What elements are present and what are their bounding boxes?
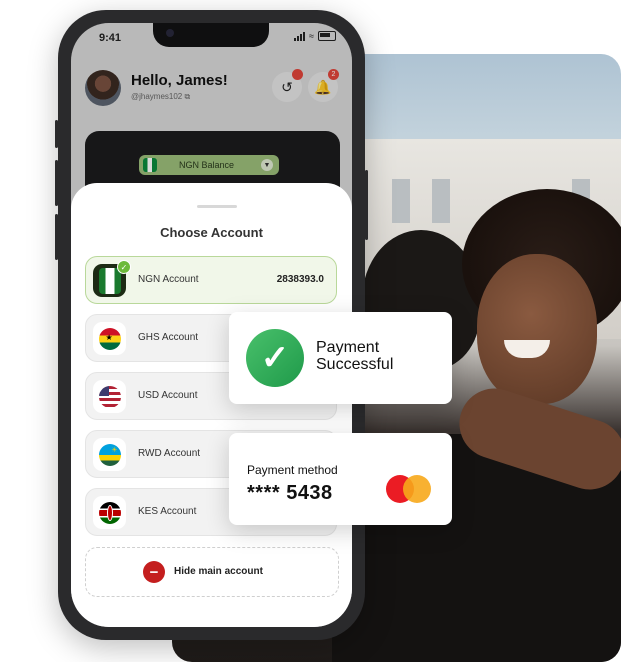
nigeria-flag-icon (98, 267, 121, 294)
ghana-flag-icon: ★ (98, 327, 121, 350)
payment-method-card: Payment method **** 5438 (229, 433, 452, 525)
hide-main-account-label: Hide main account (174, 566, 263, 577)
account-label: KES Account (138, 506, 197, 517)
person-face (477, 254, 597, 404)
account-item-ngn[interactable]: ✓ NGN Account 2838393.0 (85, 256, 337, 304)
kenya-flag-icon (98, 501, 121, 524)
usa-flag-icon (98, 385, 121, 408)
account-label: USD Account (138, 390, 198, 401)
flag-box: ★ (93, 322, 126, 355)
flag-box (93, 380, 126, 413)
flag-box (93, 496, 126, 529)
checkmark-circle-icon: ✓ (246, 329, 304, 387)
mastercard-icon (386, 475, 432, 503)
account-label: RWD Account (138, 448, 201, 459)
hide-main-account-button[interactable]: − Hide main account (85, 547, 339, 597)
account-label: NGN Account (138, 274, 199, 285)
flag-box: ☀ (93, 438, 126, 471)
choose-account-sheet: Choose Account ✓ NGN Account 2838393.0 ★… (71, 183, 352, 627)
account-label: GHS Account (138, 332, 199, 343)
minus-circle-icon: − (143, 561, 165, 583)
selected-check-icon: ✓ (117, 260, 131, 274)
payment-method-label: Payment method (247, 463, 338, 477)
rwanda-flag-icon: ☀ (98, 443, 121, 466)
sheet-grab-handle[interactable] (197, 205, 237, 208)
card-number: **** 5438 (247, 482, 333, 504)
payment-success-text: Payment Successful (316, 339, 394, 373)
payment-success-card: ✓ Payment Successful (229, 312, 452, 404)
account-amount: 2838393.0 (276, 274, 324, 285)
camera-dot (166, 29, 174, 37)
sheet-title: Choose Account (160, 225, 263, 240)
